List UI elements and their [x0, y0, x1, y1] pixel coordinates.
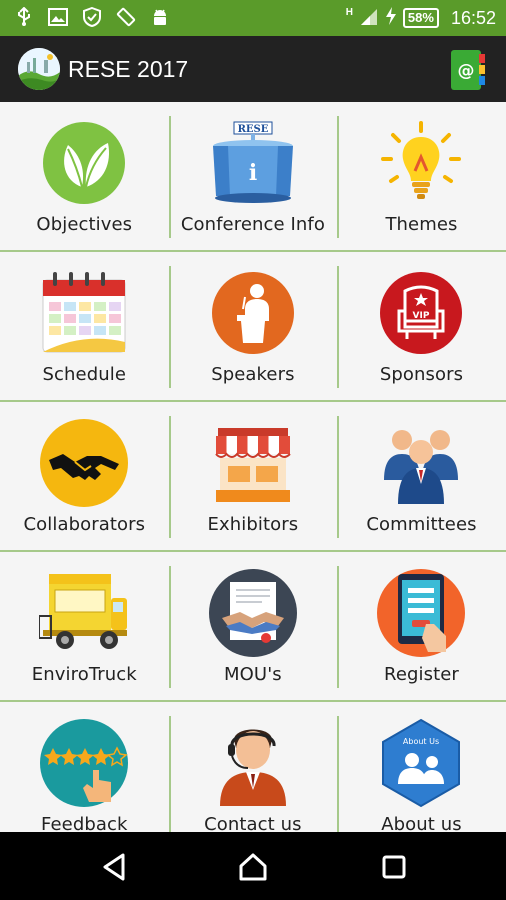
agreement-document-icon — [208, 568, 298, 658]
tile-speakers[interactable]: Speakers — [168, 252, 338, 400]
system-nav-bar — [0, 832, 506, 900]
tile-collaborators[interactable]: Collaborators — [0, 402, 169, 550]
tile-label: Objectives — [36, 214, 133, 235]
info-glyph: i — [249, 160, 257, 186]
about-us-caption: About Us — [403, 737, 439, 746]
tile-about-us[interactable]: About Us About us — [337, 702, 506, 832]
menu-row: Objectives RESE i Conference Info Themes — [0, 102, 506, 252]
tile-label: Sponsors — [379, 364, 464, 385]
menu-grid: Objectives RESE i Conference Info Themes… — [0, 102, 506, 832]
android-icon — [150, 7, 170, 27]
tile-label: Themes — [385, 214, 458, 235]
tile-exhibitors[interactable]: Exhibitors — [168, 402, 338, 550]
tile-label: About us — [381, 814, 462, 832]
image-icon — [48, 7, 68, 27]
menu-row: Feedback Contact us About Us About us — [0, 702, 506, 832]
app-title: RESE 2017 — [68, 56, 189, 82]
tile-label: Committees — [366, 514, 477, 535]
leaf-icon — [39, 118, 129, 208]
tile-label: Contact us — [204, 814, 302, 832]
tile-committees[interactable]: Committees — [337, 402, 506, 550]
tile-envirotruck[interactable]: EnviroTruck — [0, 552, 169, 700]
vip-badge-text: VIP — [413, 311, 430, 321]
contact-book-icon[interactable]: @ — [445, 48, 489, 92]
tile-label: Register — [384, 664, 459, 685]
battery-indicator: 58% — [402, 8, 439, 28]
star-rating-icon — [39, 718, 129, 808]
about-us-icon: About Us — [376, 718, 466, 808]
charging-icon — [385, 6, 397, 31]
tile-schedule[interactable]: Schedule — [0, 252, 169, 400]
tile-label: EnviroTruck — [31, 664, 137, 685]
status-bar: H 58% 16:52 — [0, 0, 506, 36]
svg-text:@: @ — [458, 61, 475, 81]
app-bar: RESE 2017 @ — [0, 36, 506, 102]
lightbulb-icon — [376, 118, 466, 208]
back-icon[interactable] — [97, 850, 131, 884]
tile-conference-info[interactable]: RESE i Conference Info — [168, 102, 338, 250]
tablet-register-icon — [376, 568, 466, 658]
app-logo-icon — [18, 48, 60, 90]
tile-register[interactable]: Register — [337, 552, 506, 700]
tile-label: Conference Info — [180, 214, 325, 235]
truck-icon — [39, 568, 129, 658]
tile-label: MOU's — [224, 664, 282, 685]
signal-icon — [359, 6, 379, 31]
menu-row: Schedule Speakers VIP Sponsors — [0, 252, 506, 402]
shield-check-icon — [82, 7, 102, 27]
tile-label: Collaborators — [23, 514, 146, 535]
calendar-icon — [39, 268, 129, 358]
storefront-icon — [208, 418, 298, 508]
tile-label: Speakers — [211, 364, 295, 385]
clock: 16:52 — [450, 7, 496, 28]
usb-icon — [14, 7, 34, 27]
network-type: H — [345, 6, 353, 18]
screen-rotation-icon — [116, 7, 136, 27]
tile-themes[interactable]: Themes — [337, 102, 506, 250]
handshake-icon — [39, 418, 129, 508]
menu-row: EnviroTruck MOU's Register — [0, 552, 506, 702]
podium-speaker-icon — [208, 268, 298, 358]
tile-label: Exhibitors — [207, 514, 299, 535]
tile-mous[interactable]: MOU's — [168, 552, 338, 700]
tile-feedback[interactable]: Feedback — [0, 702, 169, 832]
tile-contact-us[interactable]: Contact us — [168, 702, 338, 832]
home-icon[interactable] — [236, 850, 270, 884]
desk-sign-text: RESE — [238, 124, 269, 135]
menu-row: Collaborators Exhibitors Committees — [0, 402, 506, 552]
people-group-icon — [376, 418, 466, 508]
support-agent-icon — [208, 718, 298, 808]
tile-label: Feedback — [41, 814, 128, 832]
tile-sponsors[interactable]: VIP Sponsors — [337, 252, 506, 400]
tile-objectives[interactable]: Objectives — [0, 102, 169, 250]
vip-chair-icon: VIP — [376, 268, 466, 358]
info-desk-icon: RESE i — [208, 118, 298, 208]
recents-icon[interactable] — [377, 850, 411, 884]
tile-label: Schedule — [42, 364, 127, 385]
